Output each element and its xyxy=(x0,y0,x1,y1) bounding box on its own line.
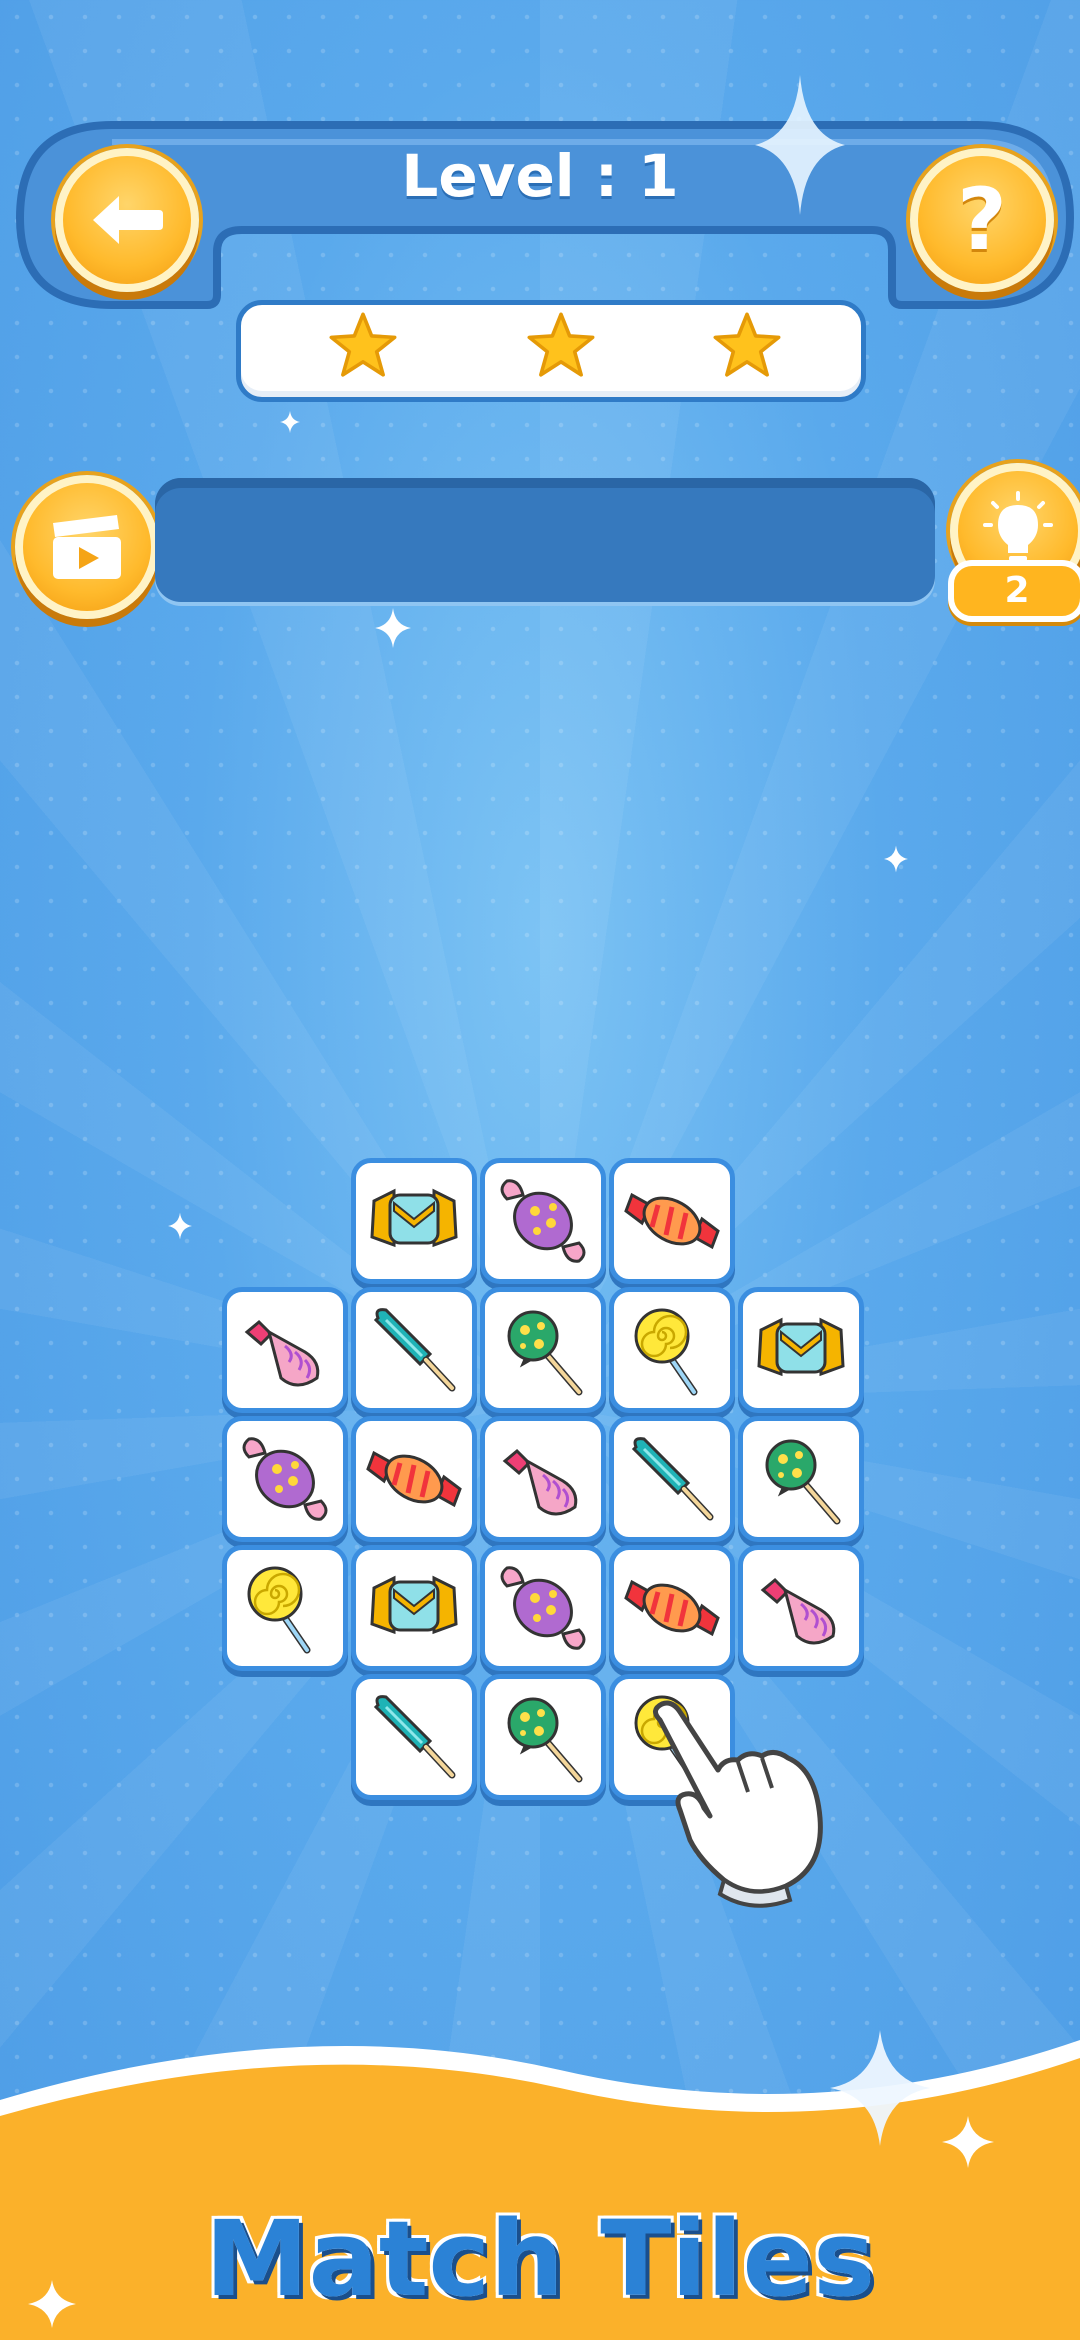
yellow-wrapped-candy-icon xyxy=(370,1576,458,1634)
purple-star-candy-icon xyxy=(500,1179,586,1263)
sparkle-icon xyxy=(280,410,300,434)
lightbulb-icon xyxy=(983,491,1053,561)
purple-star-candy-icon xyxy=(500,1566,586,1650)
tile-purple-star-candy[interactable] xyxy=(222,1416,348,1542)
sparkle-icon xyxy=(375,608,411,648)
tile-slot-tray xyxy=(155,478,935,602)
tile-green-dotted-lollipop[interactable] xyxy=(480,1674,606,1800)
video-reward-button[interactable] xyxy=(15,475,159,619)
arrow-left-icon xyxy=(93,196,163,244)
tile-yellow-wrapped-candy[interactable] xyxy=(351,1545,477,1671)
yellow-wrapped-candy-icon xyxy=(757,1318,845,1376)
tile-green-dotted-lollipop[interactable] xyxy=(738,1416,864,1542)
tile-teal-ice-pop[interactable] xyxy=(609,1416,735,1542)
sparkle-icon xyxy=(755,75,845,215)
clapperboard-icon xyxy=(53,515,121,579)
tile-pink-cone-candy[interactable] xyxy=(480,1416,606,1542)
tile-green-dotted-lollipop[interactable] xyxy=(480,1287,606,1413)
tile-yellow-wrapped-candy[interactable] xyxy=(351,1158,477,1284)
tile-teal-ice-pop[interactable] xyxy=(351,1674,477,1800)
sparkle-icon xyxy=(168,1212,192,1240)
star-icon xyxy=(527,312,595,377)
star-icon xyxy=(329,312,397,377)
star-icon xyxy=(713,312,781,377)
yellow-swirl-lollipop-icon xyxy=(622,1300,722,1400)
tile-yellow-swirl-lollipop[interactable] xyxy=(222,1545,348,1671)
hint-count-badge: 2 xyxy=(948,560,1080,622)
teal-ice-pop-icon xyxy=(364,1300,464,1400)
sparkle-icon xyxy=(884,845,908,873)
tile-yellow-swirl-lollipop[interactable] xyxy=(609,1287,735,1413)
tile-yellow-wrapped-candy[interactable] xyxy=(738,1287,864,1413)
tile-pink-cone-candy[interactable] xyxy=(222,1287,348,1413)
red-striped-candy-icon xyxy=(622,1558,722,1658)
game-title: Match Tiles xyxy=(205,2198,875,2320)
back-button[interactable] xyxy=(55,148,199,292)
tile-purple-star-candy[interactable] xyxy=(480,1158,606,1284)
pink-cone-candy-icon xyxy=(761,1578,836,1645)
tile-red-striped-candy[interactable] xyxy=(609,1158,735,1284)
tile-red-striped-candy[interactable] xyxy=(351,1416,477,1542)
pink-cone-candy-icon xyxy=(245,1320,320,1387)
pink-cone-candy-icon xyxy=(503,1449,578,1516)
green-dotted-lollipop-icon xyxy=(493,1687,593,1787)
green-dotted-lollipop-icon xyxy=(751,1429,851,1529)
tile-pink-cone-candy[interactable] xyxy=(738,1545,864,1671)
teal-ice-pop-icon xyxy=(622,1429,722,1529)
yellow-swirl-lollipop-icon xyxy=(235,1558,335,1658)
purple-star-candy-icon xyxy=(242,1437,328,1521)
green-dotted-lollipop-icon xyxy=(493,1300,593,1400)
tile-teal-ice-pop[interactable] xyxy=(351,1287,477,1413)
red-striped-candy-icon xyxy=(622,1171,722,1271)
tile-purple-star-candy[interactable] xyxy=(480,1545,606,1671)
pointing-hand-icon xyxy=(653,1700,823,1908)
red-striped-candy-icon xyxy=(364,1429,464,1529)
help-button[interactable]: ? xyxy=(910,148,1054,292)
yellow-wrapped-candy-icon xyxy=(370,1189,458,1247)
teal-ice-pop-icon xyxy=(364,1687,464,1787)
tile-red-striped-candy[interactable] xyxy=(609,1545,735,1671)
